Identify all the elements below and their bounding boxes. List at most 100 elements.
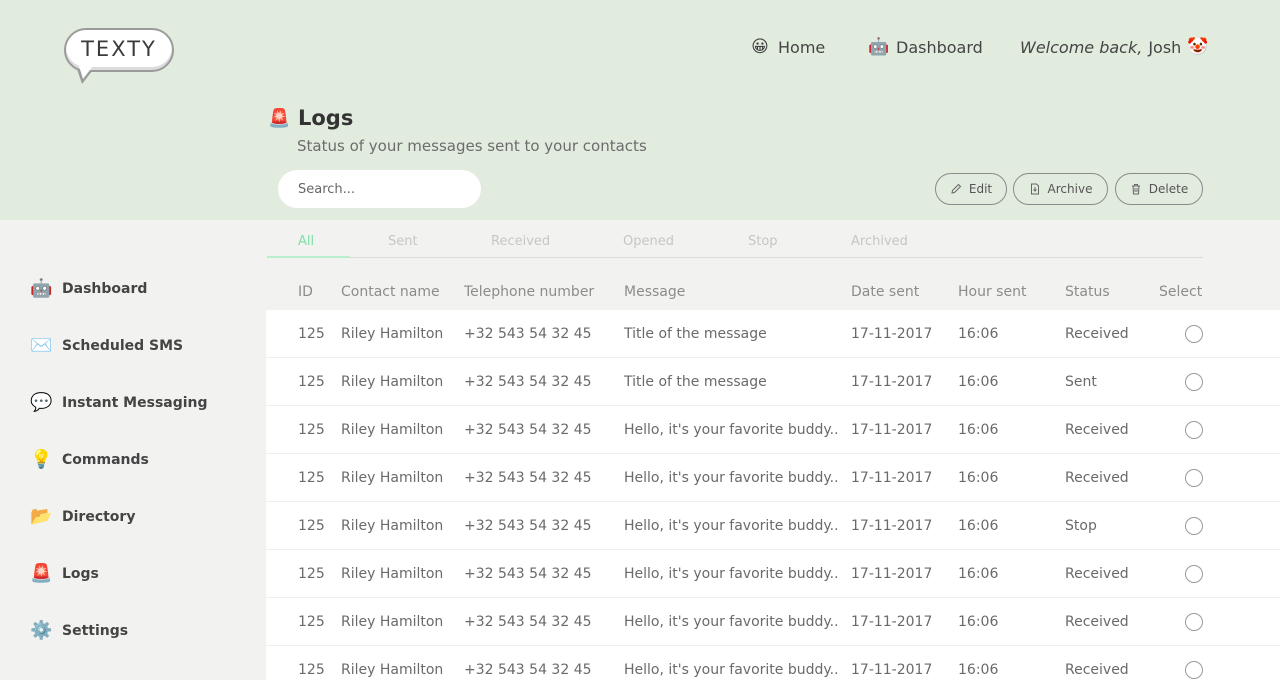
cell-message: Hello, it's your favorite buddy.. [624,518,839,534]
column-header-contact[interactable]: Contact name [341,284,440,300]
cell-status: Received [1065,422,1129,438]
column-header-select: Select [1159,284,1203,300]
edit-button[interactable]: Edit [935,173,1007,205]
sidebar-item-scheduled-sms[interactable]: ✉️ Scheduled SMS [30,337,183,355]
column-header-status[interactable]: Status [1065,284,1110,300]
user-greeting[interactable]: Welcome back, Josh 🤡 [1020,38,1208,57]
delete-button-label: Delete [1148,182,1189,196]
cell-hour: 16:06 [958,662,999,678]
row-select-radio[interactable] [1185,661,1203,679]
cell-date: 17-11-2017 [851,374,933,390]
cell-date: 17-11-2017 [851,662,933,678]
sidebar-item-label: Instant Messaging [62,395,208,411]
smiley-icon: 😀 [751,37,769,57]
cell-message: Title of the message [624,326,767,342]
cell-contact-name: Riley Hamilton [341,566,444,582]
sidebar-item-label: Logs [62,566,99,582]
sidebar-item-directory[interactable]: 📂 Directory [30,508,135,526]
cell-message: Hello, it's your favorite buddy.. [624,662,839,678]
row-select-radio[interactable] [1185,517,1203,535]
cell-status: Received [1065,662,1129,678]
row-select-radio[interactable] [1185,613,1203,631]
sidebar-item-dashboard[interactable]: 🤖 Dashboard [30,280,147,298]
search-input[interactable] [278,170,481,208]
cell-id: 125 [298,422,325,438]
page-title: 🚨 Logs [268,106,353,130]
table-body: 125 Riley Hamilton +32 543 54 32 45 Titl… [266,310,1280,680]
table-row[interactable]: 125 Riley Hamilton +32 543 54 32 45 Titl… [266,358,1280,406]
cell-contact-name: Riley Hamilton [341,422,444,438]
table-row[interactable]: 125 Riley Hamilton +32 543 54 32 45 Hell… [266,550,1280,598]
cell-date: 17-11-2017 [851,326,933,342]
table-row[interactable]: 125 Riley Hamilton +32 543 54 32 45 Hell… [266,406,1280,454]
nav-home-label: Home [778,38,826,57]
table-row[interactable]: 125 Riley Hamilton +32 543 54 32 45 Hell… [266,646,1280,680]
gear-icon: ⚙️ [30,620,53,641]
tab-archived[interactable]: Archived [851,234,908,249]
column-header-date[interactable]: Date sent [851,284,919,300]
column-header-id[interactable]: ID [298,284,313,300]
cell-date: 17-11-2017 [851,470,933,486]
tab-stop[interactable]: Stop [748,234,778,249]
cell-contact-name: Riley Hamilton [341,326,444,342]
welcome-text: Welcome back, [1020,38,1143,57]
cell-date: 17-11-2017 [851,518,933,534]
nav-home-link[interactable]: 😀 Home [750,38,825,57]
cell-message: Hello, it's your favorite buddy.. [624,614,839,630]
column-header-hour[interactable]: Hour sent [958,284,1026,300]
siren-icon: 🚨 [268,107,291,129]
edit-button-label: Edit [968,182,993,196]
cell-phone: +32 543 54 32 45 [464,518,592,534]
cell-status: Received [1065,614,1129,630]
tab-all[interactable]: All [298,234,314,249]
tab-sent[interactable]: Sent [388,234,418,249]
filter-tabs: All Sent Received Opened Stop Archived [267,226,1203,258]
row-select-radio[interactable] [1185,373,1203,391]
cell-contact-name: Riley Hamilton [341,614,444,630]
archive-button-label: Archive [1047,182,1093,196]
cell-status: Stop [1065,518,1097,534]
table-row[interactable]: 125 Riley Hamilton +32 543 54 32 45 Hell… [266,598,1280,646]
cell-contact-name: Riley Hamilton [341,662,444,678]
row-select-radio[interactable] [1185,565,1203,583]
nav-dashboard-link[interactable]: 🤖 Dashboard [868,38,983,57]
row-select-radio[interactable] [1185,325,1203,343]
cell-phone: +32 543 54 32 45 [464,662,592,678]
tab-opened[interactable]: Opened [623,234,674,249]
cell-status: Sent [1065,374,1097,390]
sidebar: 🤖 Dashboard ✉️ Scheduled SMS 💬 Instant M… [0,220,266,680]
cell-message: Title of the message [624,374,767,390]
table-row[interactable]: 125 Riley Hamilton +32 543 54 32 45 Hell… [266,502,1280,550]
cell-message: Hello, it's your favorite buddy.. [624,422,839,438]
cell-phone: +32 543 54 32 45 [464,326,592,342]
table-row[interactable]: 125 Riley Hamilton +32 543 54 32 45 Titl… [266,310,1280,358]
cell-status: Received [1065,566,1129,582]
cell-contact-name: Riley Hamilton [341,470,444,486]
column-header-message[interactable]: Message [624,284,685,300]
sidebar-item-commands[interactable]: 💡 Commands [30,451,149,469]
sidebar-item-logs[interactable]: 🚨 Logs [30,565,99,583]
cell-phone: +32 543 54 32 45 [464,374,592,390]
cell-message: Hello, it's your favorite buddy.. [624,470,839,486]
active-tab-indicator [267,256,350,258]
sidebar-item-instant-messaging[interactable]: 💬 Instant Messaging [30,394,208,412]
cell-date: 17-11-2017 [851,566,933,582]
user-name: Josh [1148,38,1182,57]
sidebar-item-label: Dashboard [62,281,148,297]
table-row[interactable]: 125 Riley Hamilton +32 543 54 32 45 Hell… [266,454,1280,502]
cell-id: 125 [298,374,325,390]
sidebar-item-settings[interactable]: ⚙️ Settings [30,622,128,640]
archive-button[interactable]: Archive [1013,173,1108,205]
cell-hour: 16:06 [958,422,999,438]
page-title-text: Logs [298,106,354,130]
column-header-phone[interactable]: Telephone number [464,284,594,300]
sidebar-item-label: Commands [62,452,149,468]
row-select-radio[interactable] [1185,469,1203,487]
cell-contact-name: Riley Hamilton [341,374,444,390]
tab-received[interactable]: Received [491,234,550,249]
robot-icon: 🤖 [30,278,53,299]
cell-hour: 16:06 [958,566,999,582]
cell-phone: +32 543 54 32 45 [464,470,592,486]
row-select-radio[interactable] [1185,421,1203,439]
delete-button[interactable]: Delete [1115,173,1203,205]
